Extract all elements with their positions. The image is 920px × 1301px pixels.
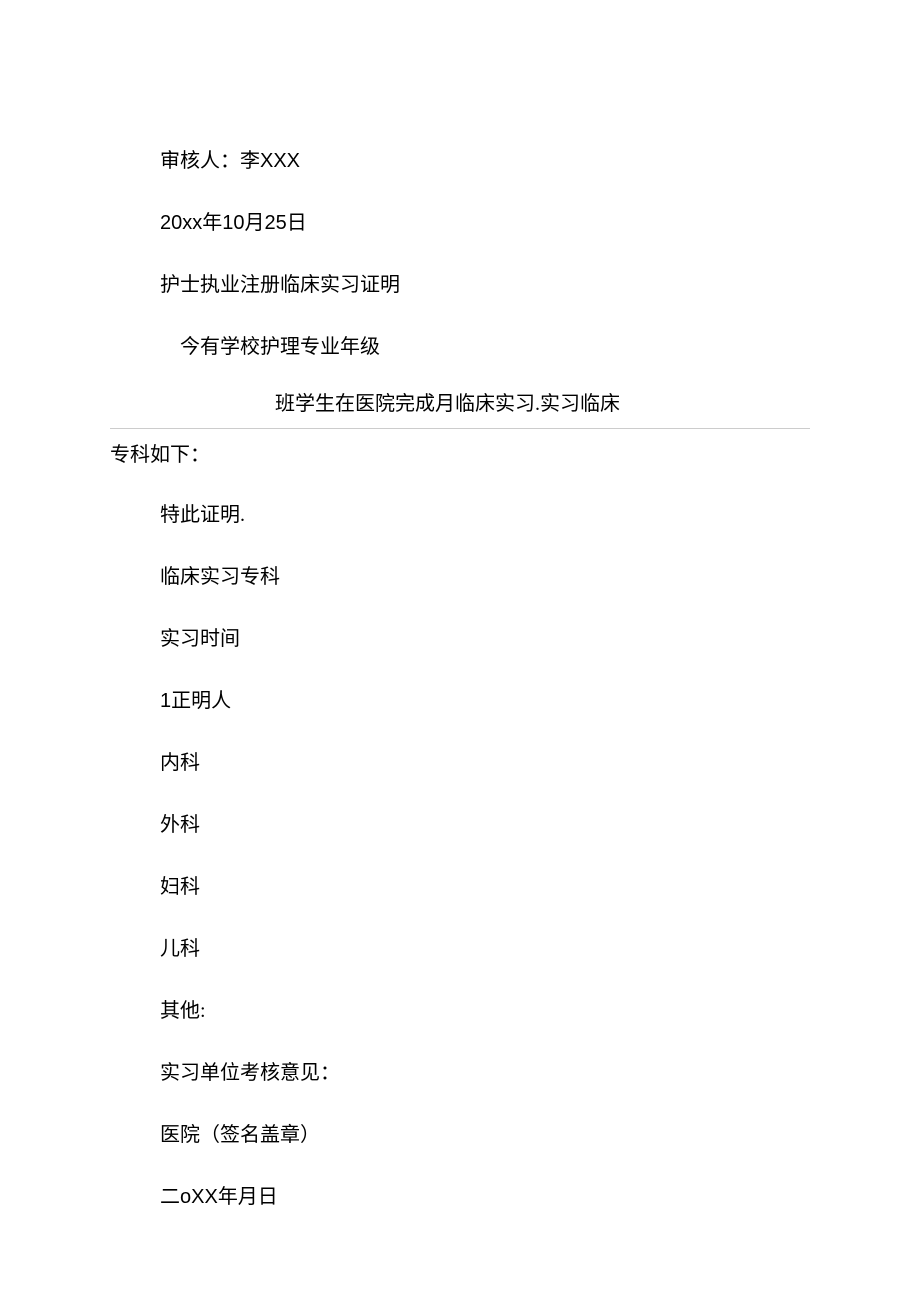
document-page: 审核人：李XXX 20xx年10月25日 护士执业注册临床实习证明 今有学校护理… <box>0 0 920 1213</box>
dept-ped: 儿科 <box>110 933 810 965</box>
date-day-label: 日 <box>287 212 307 234</box>
dept-surgery: 外科 <box>110 809 810 841</box>
witness-label: 正明人 <box>171 690 231 712</box>
date-year: 20xx <box>160 212 202 234</box>
date-line: 20xx年10月25日 <box>110 207 810 239</box>
witness-heading: 1正明人 <box>110 685 810 717</box>
time-heading: 实习时间 <box>110 623 810 655</box>
underline-section: 班学生在医院完成月临床实习.实习临床 <box>110 388 810 429</box>
eval-label: 实习单位考核意见： <box>110 1057 810 1089</box>
dept-other: 其他: <box>110 995 810 1027</box>
date2-prefix: 二 <box>160 1186 180 1208</box>
date-day: 25 <box>265 212 287 234</box>
reviewer-label: 审核人：李 <box>160 150 260 172</box>
cert-title: 护士执业注册临床实习证明 <box>110 269 810 301</box>
hospital-sign: 医院（签名盖章） <box>110 1119 810 1151</box>
date2-line: 二oXX年月日 <box>110 1181 810 1213</box>
date-month: 10 <box>222 212 244 234</box>
date-month-label: 月 <box>245 212 265 234</box>
date2-mid: oXX <box>180 1186 218 1208</box>
specialty-heading: 临床实习专科 <box>110 561 810 593</box>
date2-suffix: 年月日 <box>218 1186 278 1208</box>
underline-text: 班学生在医院完成月临床实习.实习临床 <box>110 388 810 426</box>
witness-num: 1 <box>160 690 171 712</box>
date-year-label: 年 <box>202 212 222 234</box>
after-underline-line: 专科如下： <box>110 439 810 471</box>
confirm-line: 特此证明. <box>110 499 810 531</box>
reviewer-name: XXX <box>260 150 300 172</box>
dept-internal: 内科 <box>110 747 810 779</box>
reviewer-line: 审核人：李XXX <box>110 145 810 177</box>
dept-gyn: 妇科 <box>110 871 810 903</box>
intro-line: 今有学校护理专业年级 <box>110 331 810 363</box>
